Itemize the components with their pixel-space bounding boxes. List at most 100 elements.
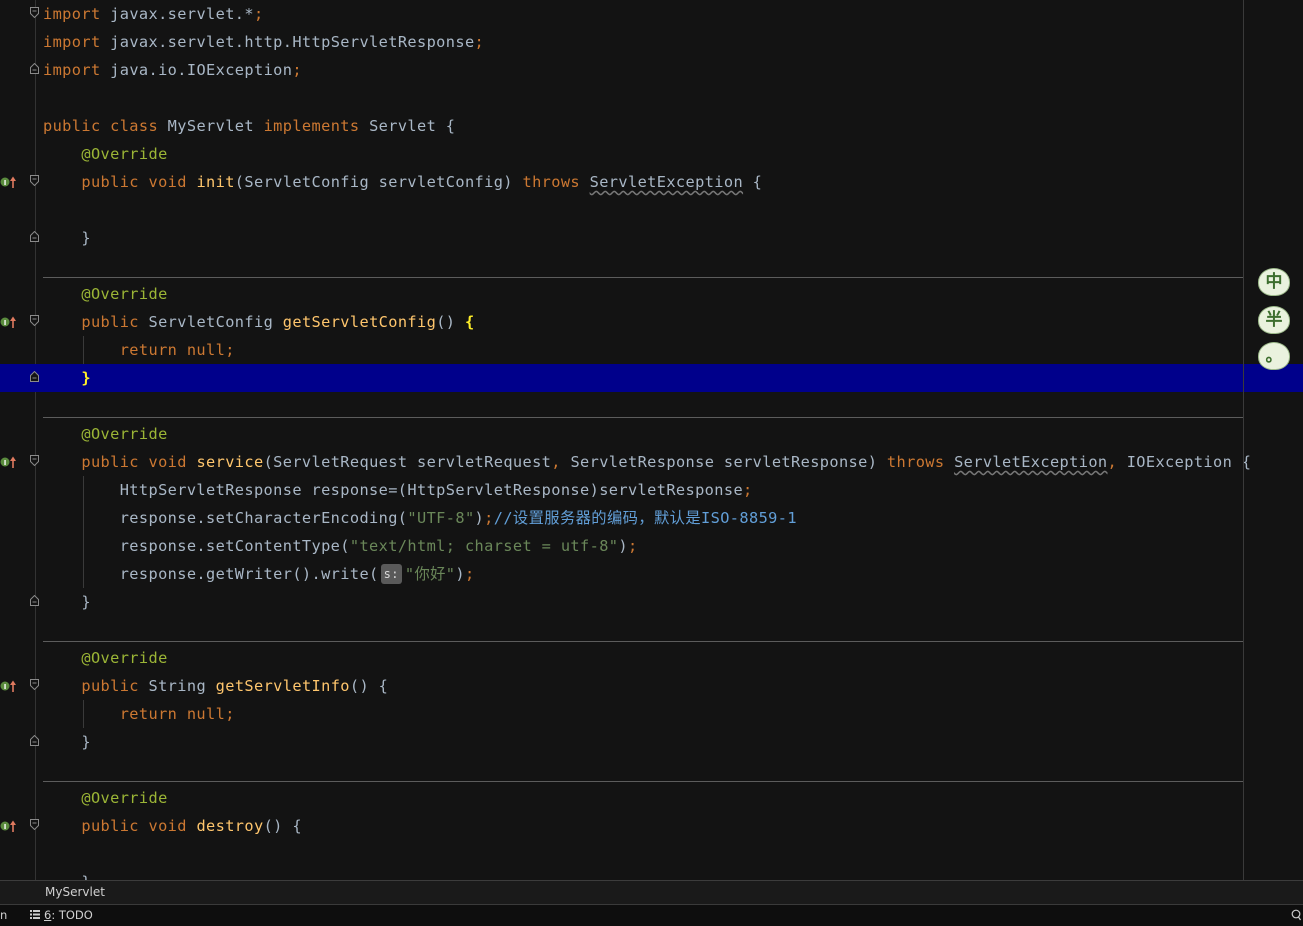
fold-end-icon[interactable] [30,735,39,746]
code-text[interactable]: } [43,224,91,252]
code-line[interactable]: I public void service(ServletRequest ser… [0,448,1303,476]
code-line[interactable]: I public ServletConfig getServletConfig(… [0,308,1303,336]
code-text[interactable]: public void destroy() { [43,812,302,840]
code-line[interactable]: @Override [0,420,1303,448]
code-line[interactable]: @Override [0,140,1303,168]
implements-method-icon[interactable]: I [0,174,18,190]
code-line[interactable] [0,392,1303,420]
indent-guide [83,336,84,364]
code-text[interactable]: public class MyServlet implements Servle… [43,112,455,140]
fold-collapse-icon[interactable] [30,819,39,830]
fold-end-icon[interactable] [30,231,39,242]
code-text[interactable]: @Override [43,280,168,308]
code-line[interactable]: } [0,728,1303,756]
code-line[interactable] [0,252,1303,280]
code-token: ; [627,537,638,555]
ime-status-widget[interactable]: 中 半 。 [1257,266,1303,374]
code-line[interactable] [0,756,1303,784]
code-text[interactable]: @Override [43,644,168,672]
code-line[interactable]: @Override [0,784,1303,812]
code-text[interactable]: } [43,588,91,616]
code-text[interactable]: @Override [43,140,168,168]
code-token: getServletInfo [215,677,350,695]
code-text[interactable]: public void init(ServletConfig servletCo… [43,168,762,196]
fold-collapse-icon[interactable] [30,7,39,18]
code-line[interactable]: return null; [0,336,1303,364]
code-line[interactable]: response.getWriter().write(s: "你好"); [0,560,1303,588]
svg-text:I: I [4,319,7,327]
code-line[interactable]: response.setContentType("text/html; char… [0,532,1303,560]
fold-end-icon[interactable] [30,63,39,74]
breadcrumb-class-name[interactable]: MyServlet [45,881,105,904]
code-token: ) [618,537,628,555]
code-line[interactable]: I public void init(ServletConfig servlet… [0,168,1303,196]
code-line[interactable]: response.setCharacterEncoding("UTF-8");/… [0,504,1303,532]
code-text[interactable]: } [43,868,91,880]
code-text[interactable]: response.getWriter().write(s: "你好"); [43,560,475,588]
code-token: } [43,229,91,247]
code-token: String [148,677,216,695]
code-text[interactable]: HttpServletResponse response=(HttpServle… [43,476,753,504]
code-text[interactable]: return null; [43,336,235,364]
code-line[interactable]: I public void destroy() { [0,812,1303,840]
code-line[interactable] [0,84,1303,112]
implements-method-icon[interactable]: I [0,678,18,694]
code-line[interactable] [0,840,1303,868]
fold-collapse-icon[interactable] [30,175,39,186]
fold-collapse-icon[interactable] [30,315,39,326]
code-text[interactable]: @Override [43,420,168,448]
implements-method-icon[interactable]: I [0,818,18,834]
svg-text:I: I [4,179,7,187]
code-text[interactable]: response.setCharacterEncoding("UTF-8");/… [43,504,797,532]
fold-collapse-icon[interactable] [30,455,39,466]
ime-halfwidth-button[interactable]: 半 [1258,306,1290,334]
code-token: import [43,5,111,23]
code-line[interactable]: import java.io.IOException; [0,56,1303,84]
right-margin-guide [1243,0,1244,880]
svg-text:I: I [4,823,7,831]
code-text[interactable]: } [43,364,91,392]
code-line[interactable] [0,616,1303,644]
code-text[interactable]: response.setContentType("text/html; char… [43,532,638,560]
tool-tab-partial[interactable]: n [0,905,7,926]
code-editor[interactable]: import javax.servlet.*; import javax.serv… [0,0,1303,880]
code-line[interactable]: @Override [0,280,1303,308]
todo-tool-tab[interactable]: 6: TODO [30,905,93,926]
code-line[interactable]: } [0,224,1303,252]
code-line[interactable]: @Override [0,644,1303,672]
ime-punctuation-button[interactable]: 。 [1258,342,1290,370]
code-line[interactable]: HttpServletResponse response=(HttpServle… [0,476,1303,504]
code-token: () { [263,817,302,835]
code-text[interactable]: public String getServletInfo() { [43,672,388,700]
fold-end-icon[interactable] [30,595,39,606]
implements-method-icon[interactable]: I [0,454,18,470]
code-text[interactable]: import javax.servlet.*; [43,0,264,28]
code-line[interactable]: } [0,588,1303,616]
code-line[interactable]: public class MyServlet implements Servle… [0,112,1303,140]
code-token: ServletResponse servletResponse) [570,453,887,471]
fold-end-icon[interactable] [30,371,39,382]
code-line[interactable]: import javax.servlet.http.HttpServletRes… [0,28,1303,56]
code-token: ; [292,61,302,79]
code-line[interactable]: import javax.servlet.*; [0,0,1303,28]
code-token: response.getWriter().write( [43,565,379,583]
code-line[interactable]: I public String getServletInfo() { [0,672,1303,700]
implements-method-icon[interactable]: I [0,314,18,330]
code-text[interactable]: return null; [43,700,235,728]
code-text[interactable]: import java.io.IOException; [43,56,302,84]
ime-chinese-mode-button[interactable]: 中 [1258,268,1290,296]
code-line[interactable]: return null; [0,700,1303,728]
caret-line[interactable]: } [0,364,1303,392]
code-text[interactable]: public void service(ServletRequest servl… [43,448,1251,476]
code-text[interactable]: @Override [43,784,168,812]
fold-collapse-icon[interactable] [30,679,39,690]
code-line[interactable]: } [0,868,1303,880]
code-text[interactable]: } [43,728,91,756]
code-text[interactable]: public ServletConfig getServletConfig() … [43,308,475,336]
event-log-icon[interactable] [1291,909,1301,924]
code-text[interactable]: import javax.servlet.http.HttpServletRes… [43,28,484,56]
code-line[interactable] [0,196,1303,224]
